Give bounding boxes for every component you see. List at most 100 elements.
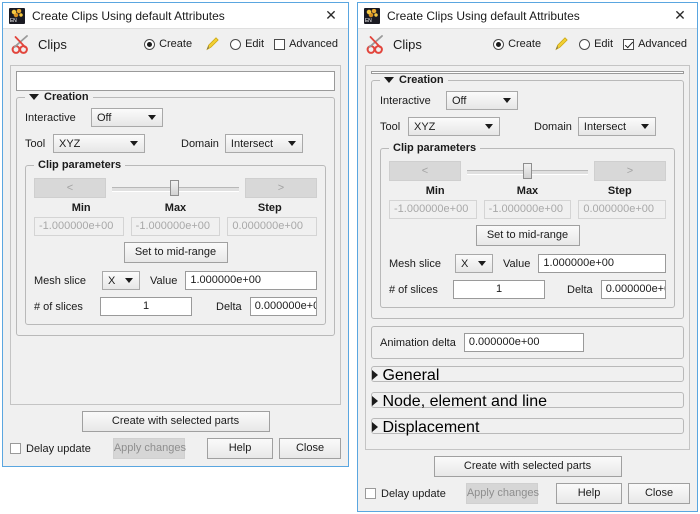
radio-edit-label: Edit (245, 38, 265, 50)
settings-scrollpane: Creation Interactive Off Tool XYZ Domain… (10, 65, 341, 405)
delay-update-checkbox[interactable]: Delay update (10, 443, 91, 455)
next-button[interactable]: > (594, 161, 666, 181)
radio-edit-indicator (579, 38, 591, 50)
app-icon (364, 7, 380, 24)
checkbox-advanced[interactable]: Advanced (274, 38, 338, 50)
close-button[interactable]: Close (279, 438, 341, 459)
window-clips-advanced[interactable]: Create Clips Using default Attributes ✕ … (357, 2, 698, 512)
mesh-slice-select[interactable]: X (455, 254, 493, 273)
titlebar[interactable]: Create Clips Using default Attributes ✕ (3, 3, 348, 29)
group-node-element-line[interactable]: Node, element and line (371, 392, 684, 411)
mesh-slice-label: Mesh slice (389, 257, 441, 270)
prev-button[interactable]: < (389, 161, 461, 181)
domain-label: Domain (534, 120, 572, 133)
chevron-down-icon (287, 141, 296, 146)
set-mid-range-button[interactable]: Set to mid-range (475, 225, 580, 246)
checkbox-advanced-indicator (274, 38, 286, 50)
radio-create[interactable]: Create (493, 38, 541, 50)
tool-select[interactable]: XYZ (408, 117, 500, 136)
prev-button[interactable]: < (34, 178, 106, 198)
chevron-down-icon (640, 124, 649, 129)
slices-input[interactable]: 1 (453, 280, 545, 299)
apply-changes-button[interactable]: Apply changes (112, 438, 186, 459)
chevron-right-icon[interactable] (372, 422, 378, 432)
animation-delta-input[interactable]: 0.000000e+00 (463, 333, 584, 352)
clip-slider[interactable] (467, 161, 588, 181)
tool-select[interactable]: XYZ (53, 134, 145, 153)
scissors-icon (366, 35, 383, 54)
help-button[interactable]: Help (556, 483, 622, 504)
slices-input[interactable]: 1 (100, 297, 192, 316)
close-button[interactable]: Close (628, 483, 690, 504)
clip-slider-thumb[interactable] (170, 180, 180, 196)
max-input[interactable]: -1.000000e+00 (483, 200, 572, 219)
window-clips-basic[interactable]: Create Clips Using default Attributes ✕ … (2, 2, 349, 467)
next-button[interactable]: > (245, 178, 317, 198)
clip-slider-thumb[interactable] (522, 163, 532, 179)
max-input[interactable]: -1.000000e+00 (130, 217, 221, 236)
titlebar[interactable]: Create Clips Using default Attributes ✕ (358, 3, 697, 29)
slices-label: # of slices (389, 283, 438, 296)
chevron-right-icon[interactable] (372, 370, 378, 380)
domain-select[interactable]: Intersect (224, 134, 303, 153)
checkbox-advanced-label: Advanced (289, 38, 338, 50)
row-tool-domain: Tool XYZ Domain Intersect (380, 117, 675, 136)
radio-edit[interactable]: Edit (230, 38, 264, 50)
help-button[interactable]: Help (207, 438, 273, 459)
window-title: Create Clips Using default Attributes (387, 8, 580, 23)
group-creation-legend[interactable]: Creation (380, 74, 448, 86)
minmaxstep-labels: Min Max Step (389, 185, 666, 197)
interactive-select[interactable]: Off (91, 108, 163, 127)
group-creation-title: Creation (44, 91, 89, 103)
delay-update-indicator (10, 443, 21, 454)
set-mid-range-button[interactable]: Set to mid-range (123, 242, 228, 263)
group-creation: Creation Interactive Off Tool XYZ Domain… (371, 74, 684, 319)
group-node-element-line-legend[interactable]: Node, element and line (372, 393, 683, 411)
group-displacement[interactable]: Displacement (371, 418, 684, 437)
interactive-select[interactable]: Off (446, 91, 518, 110)
chevron-down-icon[interactable] (29, 94, 39, 100)
group-clip-parameters-title: Clip parameters (393, 142, 477, 154)
group-creation-legend[interactable]: Creation (25, 91, 93, 103)
chevron-down-icon[interactable] (384, 77, 394, 83)
chevron-down-icon (478, 261, 486, 266)
min-input[interactable]: -1.000000e+00 (34, 217, 124, 236)
min-input[interactable]: -1.000000e+00 (389, 200, 477, 219)
close-icon[interactable]: ✕ (316, 4, 346, 28)
clip-slider[interactable] (112, 178, 239, 198)
domain-select[interactable]: Intersect (577, 117, 656, 136)
delay-update-indicator (365, 488, 376, 499)
delay-update-checkbox[interactable]: Delay update (365, 488, 446, 500)
group-displacement-legend[interactable]: Displacement (372, 419, 683, 437)
radio-edit-label: Edit (594, 38, 614, 50)
create-with-selected-parts-button[interactable]: Create with selected parts (433, 456, 622, 477)
row-interactive: Interactive Off (380, 91, 675, 110)
delta-input[interactable]: 0.000000e+00 (249, 297, 317, 316)
step-input[interactable]: 0.000000e+00 (578, 200, 667, 219)
radio-edit[interactable]: Edit (579, 38, 613, 50)
chevron-down-icon (485, 124, 493, 129)
chevron-down-icon (503, 98, 511, 103)
value-input[interactable]: 1.000000e+00 (538, 254, 666, 273)
group-general[interactable]: General (371, 366, 684, 385)
screen: Create Clips Using default Attributes ✕ … (0, 0, 700, 514)
delta-input[interactable]: 0.000000e+00 (600, 280, 666, 299)
scissors-icon (11, 35, 28, 54)
chevron-right-icon[interactable] (372, 396, 378, 406)
header-bar: Clips Create Edit Advanced (358, 29, 697, 59)
value-input[interactable]: 1.000000e+00 (185, 271, 317, 290)
group-general-legend[interactable]: General (372, 367, 683, 385)
mode-group: Create Edit Advanced (483, 36, 687, 52)
step-input[interactable]: 0.000000e+00 (227, 217, 318, 236)
mesh-slice-select[interactable]: X (102, 271, 140, 290)
delta-label: Delta (567, 283, 593, 296)
checkbox-advanced[interactable]: Advanced (623, 38, 687, 50)
group-creation: Creation Interactive Off Tool XYZ Domain… (16, 91, 335, 336)
radio-create[interactable]: Create (144, 38, 192, 50)
close-icon[interactable]: ✕ (665, 4, 695, 28)
delay-update-label: Delay update (381, 487, 446, 500)
apply-changes-button[interactable]: Apply changes (465, 483, 539, 504)
clip-name-input[interactable] (16, 71, 335, 91)
chevron-down-icon (148, 115, 156, 120)
create-with-selected-parts-button[interactable]: Create with selected parts (81, 411, 270, 432)
